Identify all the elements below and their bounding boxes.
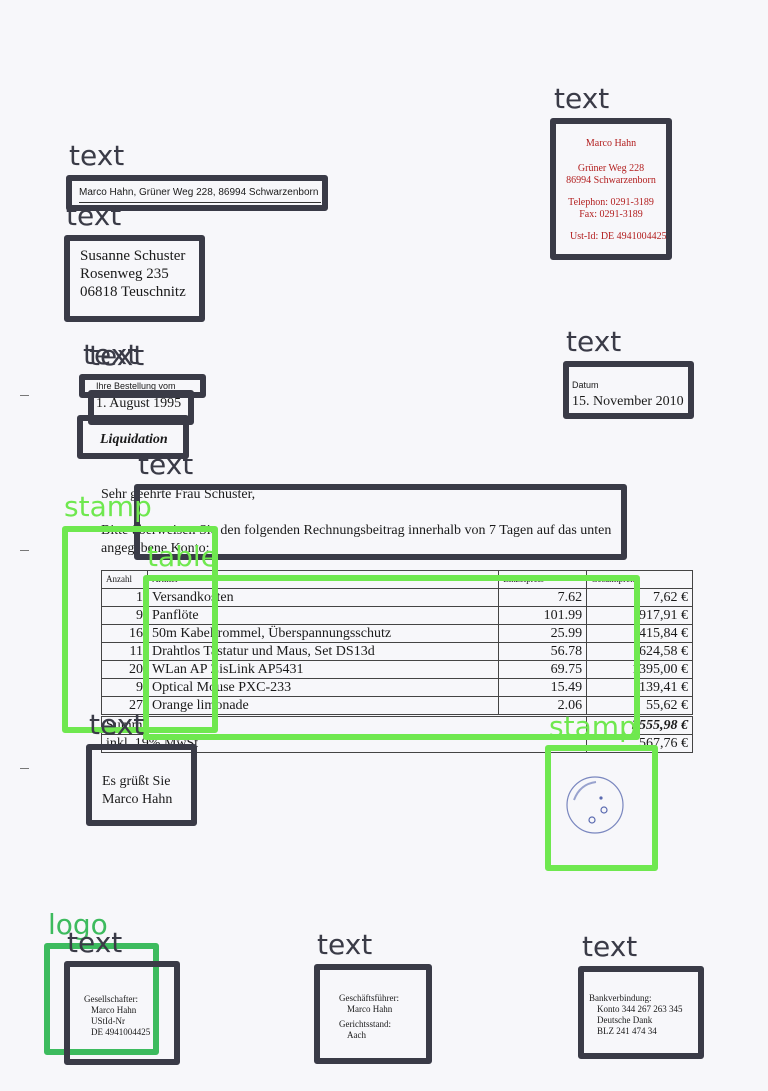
text-region-label: text [582,930,638,963]
text-region-label: text [317,928,373,961]
text-region-label: text [89,708,145,741]
text-region-label: text [89,339,145,372]
fold-mark [20,395,29,396]
text-region-box [64,961,180,1065]
text-region-box [314,964,432,1064]
text-region-box [563,361,694,419]
text-region-label: text [69,139,125,172]
text-region-box [64,235,205,322]
stamp-region-label: stamp [549,710,637,743]
text-region-label: text [138,448,194,481]
text-region-box [86,744,197,826]
fold-mark [20,768,29,769]
stamp-region-box [545,745,658,871]
text-region-label: text [66,199,122,232]
stamp-region-label: stamp [64,490,152,523]
text-region-box [550,118,672,260]
text-region-label: text [67,926,123,959]
table-region-label: table [147,540,218,573]
fold-mark [20,550,29,551]
text-region-label: text [554,82,610,115]
text-region-label: text [566,325,622,358]
text-region-box [578,966,704,1059]
